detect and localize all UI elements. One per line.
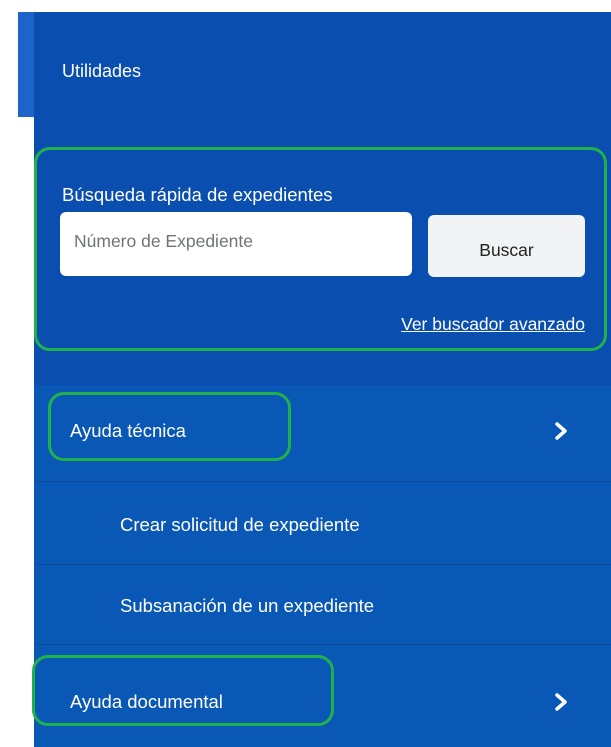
- chevron-right-icon: [555, 693, 567, 711]
- panel-header: Utilidades: [34, 12, 611, 132]
- submenu-item-subsanacion[interactable]: Subsanación de un expediente: [34, 565, 611, 645]
- chevron-right-icon: [555, 422, 567, 440]
- menu-item-label: Ayuda documental: [70, 691, 223, 712]
- submenu-item-label: Crear solicitud de expediente: [120, 514, 360, 535]
- menu-item-ayuda-tecnica[interactable]: Ayuda técnica: [34, 385, 611, 482]
- utilities-panel: Utilidades Búsqueda rápida de expediente…: [34, 12, 611, 747]
- submenu-item-label: Subsanación de un expediente: [120, 595, 375, 616]
- panel-title: Utilidades: [62, 61, 142, 81]
- advanced-search-link[interactable]: Ver buscador avanzado: [401, 314, 585, 335]
- menu-item-ayuda-documental[interactable]: Ayuda documental: [34, 645, 611, 747]
- utilities-menu: Ayuda técnica Crear solicitud de expedie…: [34, 385, 611, 747]
- expediente-number-input[interactable]: [60, 212, 412, 276]
- quick-search-title: Búsqueda rápida de expedientes: [62, 184, 333, 205]
- submenu-item-crear-solicitud[interactable]: Crear solicitud de expediente: [34, 482, 611, 565]
- menu-item-label: Ayuda técnica: [70, 420, 186, 441]
- quick-search-section: Búsqueda rápida de expedientes Buscar Ve…: [34, 132, 611, 385]
- left-accent-strip: [18, 12, 34, 117]
- page: Utilidades Búsqueda rápida de expediente…: [0, 0, 611, 747]
- search-button[interactable]: Buscar: [428, 215, 585, 277]
